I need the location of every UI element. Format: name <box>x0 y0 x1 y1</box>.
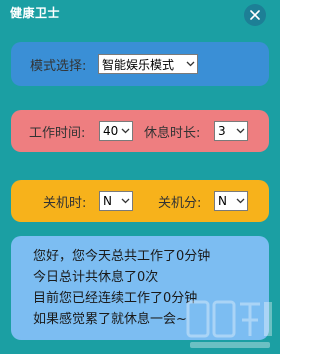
shutdown-minute-value: N <box>218 194 227 208</box>
chevron-down-icon <box>236 198 244 204</box>
shutdown-hour-value: N <box>103 194 112 208</box>
mode-select-arrow <box>183 61 197 67</box>
window-title: 健康卫士 <box>10 6 61 20</box>
chevron-down-icon <box>121 198 129 204</box>
watermark-logo <box>186 300 272 348</box>
rest-duration-label: 休息时长: <box>144 126 201 141</box>
close-button[interactable] <box>244 4 266 26</box>
chevron-down-icon <box>236 128 244 134</box>
rest-duration-value: 3 <box>218 124 226 138</box>
app-window: 健康卫士 模式选择: 智能娱乐模式 工作时间: 40 休息时长: 3 关机时: … <box>0 0 280 354</box>
title-bar: 健康卫士 <box>0 0 280 28</box>
status-line-rest-count: 今日总计共休息了0次 <box>33 270 159 285</box>
shutdown-panel: 关机时: N 关机分: N <box>11 180 269 222</box>
work-time-arrow <box>118 128 132 134</box>
chevron-down-icon <box>186 61 194 67</box>
chevron-down-icon <box>121 128 129 134</box>
shutdown-minute-select[interactable]: N <box>214 191 248 211</box>
work-time-label: 工作时间: <box>29 126 86 141</box>
work-time-select[interactable]: 40 <box>99 121 133 141</box>
mode-select[interactable]: 智能娱乐模式 <box>98 54 198 74</box>
rest-duration-select[interactable]: 3 <box>214 121 248 141</box>
mode-panel: 模式选择: 智能娱乐模式 <box>11 42 269 86</box>
shutdown-hour-arrow <box>118 198 132 204</box>
shutdown-hour-label: 关机时: <box>43 196 87 211</box>
rest-duration-arrow <box>233 128 247 134</box>
status-line-greeting: 您好，您今天总共工作了0分钟 <box>33 249 211 264</box>
shutdown-minute-label: 关机分: <box>158 196 202 211</box>
shutdown-hour-select[interactable]: N <box>99 191 133 211</box>
work-time-value: 40 <box>103 124 118 138</box>
close-icon <box>250 10 260 20</box>
work-panel: 工作时间: 40 休息时长: 3 <box>11 110 269 152</box>
mode-label: 模式选择: <box>30 59 87 74</box>
shutdown-minute-arrow <box>233 198 247 204</box>
mode-select-value: 智能娱乐模式 <box>102 57 175 72</box>
